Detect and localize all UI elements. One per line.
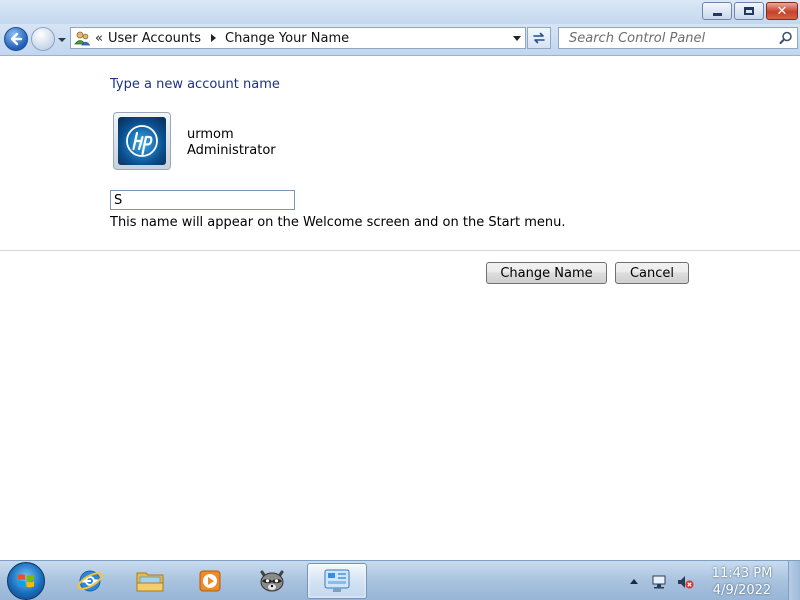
- back-button[interactable]: [4, 27, 28, 51]
- back-arrow-icon: [10, 32, 23, 46]
- maximize-icon: [744, 7, 754, 15]
- search-input[interactable]: [559, 28, 771, 48]
- control-panel-icon: [324, 569, 350, 592]
- internet-explorer-icon: [77, 570, 103, 592]
- search-icon[interactable]: [779, 31, 793, 45]
- raccoon-app-icon: [260, 570, 284, 592]
- taskbar-windows-explorer[interactable]: [122, 563, 178, 599]
- user-avatar: [113, 112, 171, 170]
- forward-button[interactable]: [31, 27, 55, 51]
- windows-logo-icon: [18, 574, 34, 588]
- page-heading: Type a new account name: [110, 77, 280, 92]
- search-box[interactable]: [558, 27, 798, 49]
- refresh-icon: [533, 32, 545, 44]
- window-title-bar[interactable]: ✕: [0, 0, 800, 24]
- volume-muted-icon[interactable]: [676, 574, 694, 590]
- minimize-button[interactable]: [702, 2, 732, 20]
- user-accounts-icon: [74, 31, 91, 46]
- navigation-bar: « User Accounts Change Your Name: [0, 24, 800, 56]
- minimize-icon: [712, 12, 722, 16]
- show-hidden-icons-button[interactable]: [630, 579, 638, 584]
- clock-time[interactable]: 11:43 PM: [705, 566, 779, 581]
- account-name: urmom: [187, 127, 234, 142]
- taskbar: 11:43 PM 4/9/2022: [0, 560, 800, 600]
- new-account-name-input[interactable]: [110, 190, 295, 210]
- close-button[interactable]: ✕: [766, 2, 798, 20]
- name-hint-text: This name will appear on the Welcome scr…: [110, 215, 566, 230]
- divider: [0, 250, 800, 251]
- refresh-button[interactable]: [527, 27, 551, 49]
- close-icon: ✕: [776, 3, 788, 19]
- taskbar-internet-explorer[interactable]: [62, 563, 118, 599]
- taskbar-raccoon-app[interactable]: [244, 563, 300, 599]
- taskbar-control-panel[interactable]: [307, 563, 367, 599]
- breadcrumb-separator-icon[interactable]: [211, 34, 216, 42]
- content-pane: Type a new account name urmom Administra…: [0, 57, 800, 560]
- media-player-icon: [199, 570, 221, 592]
- show-desktop-button[interactable]: [788, 561, 800, 600]
- breadcrumb-change-your-name[interactable]: Change Your Name: [225, 31, 349, 46]
- windows-explorer-icon: [136, 572, 164, 592]
- breadcrumb-overflow[interactable]: «: [95, 31, 103, 46]
- hp-logo-icon: [118, 117, 166, 165]
- breadcrumb-user-accounts[interactable]: User Accounts: [108, 31, 201, 46]
- change-name-button[interactable]: Change Name: [486, 262, 607, 284]
- maximize-button[interactable]: [734, 2, 764, 20]
- network-icon[interactable]: [651, 574, 667, 590]
- address-bar[interactable]: « User Accounts Change Your Name: [70, 27, 526, 49]
- account-type: Administrator: [187, 143, 276, 158]
- start-button[interactable]: [7, 562, 45, 600]
- address-history-dropdown-icon[interactable]: [513, 36, 521, 41]
- taskbar-media-player[interactable]: [182, 563, 238, 599]
- cancel-button[interactable]: Cancel: [615, 262, 689, 284]
- clock-date[interactable]: 4/9/2022: [705, 583, 779, 598]
- recent-pages-dropdown-icon[interactable]: [57, 35, 67, 45]
